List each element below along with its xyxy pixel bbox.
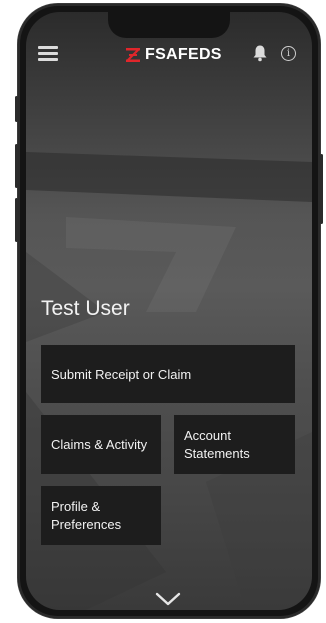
phone-notch bbox=[108, 12, 230, 38]
phone-volume-down bbox=[15, 198, 18, 242]
profile-preferences-button[interactable]: Profile & Preferences bbox=[41, 486, 161, 545]
app-screen: FSAFEDS i Test User Submit Receipt or Cl… bbox=[26, 12, 312, 610]
app-header: FSAFEDS i bbox=[26, 40, 312, 70]
claims-activity-button[interactable]: Claims & Activity bbox=[41, 415, 161, 474]
phone-frame: FSAFEDS i Test User Submit Receipt or Cl… bbox=[15, 4, 323, 618]
phone-power-button bbox=[320, 154, 323, 224]
claims-activity-label: Claims & Activity bbox=[51, 437, 148, 452]
account-statements-button[interactable]: Account Statements bbox=[174, 415, 295, 474]
brand-logo: FSAFEDS bbox=[124, 44, 222, 66]
info-icon[interactable]: i bbox=[281, 46, 296, 61]
bell-icon[interactable] bbox=[252, 44, 268, 62]
brand-logo-icon bbox=[126, 48, 140, 62]
profile-preferences-label: Profile & Preferences bbox=[51, 498, 122, 532]
user-name: Test User bbox=[41, 297, 130, 320]
submit-receipt-label: Submit Receipt or Claim bbox=[51, 366, 192, 382]
phone-volume-up bbox=[15, 144, 18, 188]
account-statements-label: Account Statements bbox=[184, 427, 250, 461]
brand-name: FSAFEDS bbox=[145, 46, 222, 63]
submit-receipt-button[interactable]: Submit Receipt or Claim bbox=[41, 345, 295, 403]
chevron-down-icon[interactable] bbox=[155, 592, 181, 606]
hamburger-menu-icon[interactable] bbox=[38, 46, 58, 61]
phone-mute-switch bbox=[15, 96, 18, 122]
